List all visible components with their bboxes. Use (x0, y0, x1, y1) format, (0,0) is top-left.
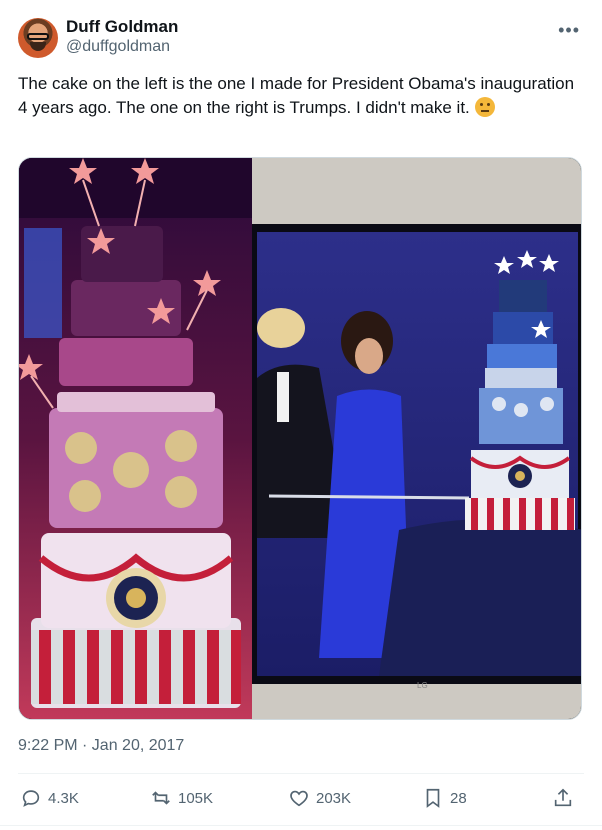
right-cake-photo: LG (252, 158, 581, 719)
repost-count: 105K (178, 789, 214, 807)
author-names: Duff Goldman @duffgoldman (66, 16, 178, 57)
more-options-icon[interactable]: ••• (558, 20, 580, 41)
author-display-name[interactable]: Duff Goldman (66, 16, 178, 37)
bookmark-icon (426, 788, 440, 808)
bottom-divider (0, 825, 602, 826)
bookmark-button[interactable]: 28 (422, 784, 467, 812)
reply-count: 4.3K (48, 789, 79, 807)
reply-icon (22, 790, 40, 807)
thinking-face-icon (474, 97, 495, 117)
avatar-glasses (27, 33, 49, 40)
tv-brand-label: LG (417, 681, 428, 690)
avatar-beard (30, 42, 46, 51)
like-count: 203K (316, 789, 352, 807)
divider (18, 773, 584, 774)
tweet-media[interactable]: LG (18, 157, 582, 720)
repost-button[interactable]: 105K (150, 784, 213, 812)
avatar[interactable] (18, 18, 58, 58)
tweet-header: Duff Goldman @duffgoldman ••• (18, 16, 584, 60)
left-cake-photo (19, 158, 252, 719)
media-photo: LG (19, 158, 581, 719)
reply-button[interactable]: 4.3K (20, 784, 79, 812)
repost-icon (152, 791, 170, 805)
bookmark-count: 28 (450, 789, 467, 807)
heart-icon (290, 790, 308, 807)
share-button[interactable] (552, 784, 580, 812)
share-icon (554, 788, 572, 807)
tweet-text: The cake on the left is the one I made f… (18, 72, 578, 120)
tweet-timestamp[interactable]: 9:22 PM · Jan 20, 2017 (18, 736, 184, 756)
author-handle[interactable]: @duffgoldman (66, 37, 178, 57)
tweet-actions: 4.3K 105K 203K 28 (18, 784, 584, 814)
like-button[interactable]: 203K (288, 784, 351, 812)
